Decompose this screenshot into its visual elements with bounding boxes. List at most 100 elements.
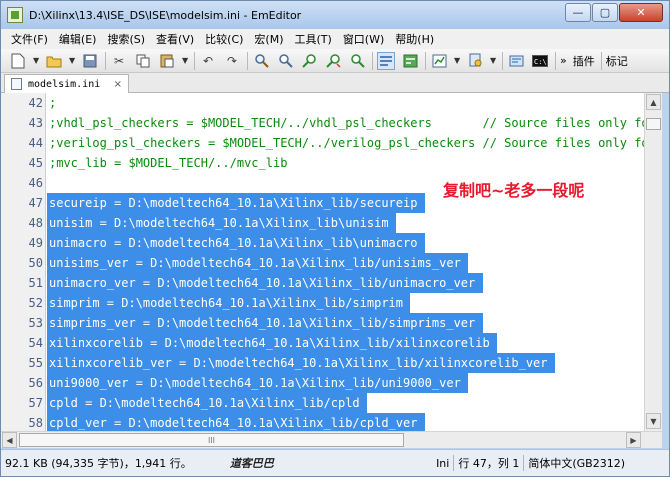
find-next-icon[interactable]: [276, 52, 294, 70]
menu-macro[interactable]: 宏(M): [254, 31, 283, 47]
command-prompt-icon[interactable]: C:\: [531, 52, 549, 70]
line-text[interactable]: xilinxcorelib_ver = D:\modeltech64_10.1a…: [49, 353, 548, 373]
line-text[interactable]: ;verilog_psl_checkers = $MODEL_TECH/../v…: [49, 133, 644, 153]
editor-line[interactable]: 52 simprim = D:\modeltech64_10.1a\Xilinx_…: [1, 293, 644, 313]
line-text[interactable]: simprim = D:\modeltech64_10.1a\Xilinx_li…: [49, 293, 403, 313]
editor-line[interactable]: 43 ;vhdl_psl_checkers = $MODEL_TECH/../vh…: [1, 113, 644, 133]
horizontal-scroll-thumb[interactable]: III: [19, 433, 404, 447]
window-title: D:\Xilinx\13.4\ISE_DS\ISE\modelsim.ini -…: [29, 8, 302, 22]
menu-help[interactable]: 帮助(H): [395, 31, 434, 47]
minimize-button[interactable]: —: [565, 3, 591, 22]
maximize-button[interactable]: ▢: [592, 3, 618, 22]
line-text[interactable]: unimacro_ver = D:\modeltech64_10.1a\Xili…: [49, 273, 475, 293]
document-tab-bar: modelsim.ini ×: [1, 73, 669, 93]
menu-file[interactable]: 文件(F): [11, 31, 48, 47]
find-previous-icon[interactable]: [300, 52, 318, 70]
line-number: 54: [28, 336, 43, 350]
chart-view-icon[interactable]: [430, 52, 448, 70]
configuration-icon[interactable]: [466, 52, 484, 70]
line-text[interactable]: ;vhdl_psl_checkers = $MODEL_TECH/../vhdl…: [49, 113, 644, 133]
line-text[interactable]: uni9000_ver = D:\modeltech64_10.1a\Xilin…: [49, 373, 461, 393]
line-text[interactable]: ;mvc_lib = $MODEL_TECH/../mvc_lib: [49, 153, 287, 173]
editor-line[interactable]: 56 uni9000_ver = D:\modeltech64_10.1a\Xil…: [1, 373, 644, 393]
copy-icon[interactable]: [134, 52, 152, 70]
status-bar: 92.1 KB (94,335 字节)，1,941 行。 道客巴巴 Ini 行 …: [1, 449, 669, 476]
paste-icon[interactable]: [158, 52, 176, 70]
menu-view[interactable]: 查看(V): [156, 31, 194, 47]
properties-icon[interactable]: [507, 52, 525, 70]
line-text[interactable]: unisim = D:\modeltech64_10.1a\Xilinx_lib…: [49, 213, 389, 233]
editor-line[interactable]: 49 unimacro = D:\modeltech64_10.1a\Xilinx…: [1, 233, 644, 253]
undo-icon[interactable]: ↶: [199, 52, 217, 70]
cut-icon[interactable]: ✂: [110, 52, 128, 70]
new-file-dropdown-icon[interactable]: ▼: [33, 56, 41, 65]
redo-icon[interactable]: ↷: [223, 52, 241, 70]
markers-toolbar-label[interactable]: 标记: [606, 53, 628, 69]
menu-compare[interactable]: 比较(C): [205, 31, 243, 47]
editor-line[interactable]: 42;: [1, 93, 644, 113]
line-text[interactable]: ;: [49, 93, 56, 113]
editor-line[interactable]: 57 cpld = D:\modeltech64_10.1a\Xilinx_lib…: [1, 393, 644, 413]
toolbar-separator: [372, 51, 373, 70]
find-in-files-icon[interactable]: [348, 52, 366, 70]
editor-line[interactable]: 54 xilinxcorelib = D:\modeltech64_10.1a\X…: [1, 333, 644, 353]
menu-search[interactable]: 搜索(S): [107, 31, 145, 47]
tab-modelsim-ini[interactable]: modelsim.ini ×: [4, 74, 129, 93]
line-number: 42: [28, 96, 43, 110]
chart-view-dropdown-icon[interactable]: ▼: [454, 56, 462, 65]
emeditor-window: D:\Xilinx\13.4\ISE_DS\ISE\modelsim.ini -…: [0, 0, 670, 477]
tab-close-icon[interactable]: ×: [114, 79, 122, 90]
plugins-toolbar-label[interactable]: 插件: [573, 53, 595, 69]
open-folder-icon[interactable]: [45, 52, 63, 70]
paste-dropdown-icon[interactable]: ▼: [182, 56, 190, 65]
annotation-text: 复制吧~老多一段呢: [443, 181, 585, 200]
line-text[interactable]: xilinxcorelib = D:\modeltech64_10.1a\Xil…: [49, 333, 490, 353]
configuration-dropdown-icon[interactable]: ▼: [490, 56, 498, 65]
line-text[interactable]: cpld_ver = D:\modeltech64_10.1a\Xilinx_l…: [49, 413, 417, 431]
line-text[interactable]: unimacro = D:\modeltech64_10.1a\Xilinx_l…: [49, 233, 417, 253]
find-icon[interactable]: [252, 52, 270, 70]
editor-line[interactable]: 45 ;mvc_lib = $MODEL_TECH/../mvc_lib: [1, 153, 644, 173]
file-type-status[interactable]: Ini: [432, 457, 453, 470]
editor-line[interactable]: 44 ;verilog_psl_checkers = $MODEL_TECH/..…: [1, 133, 644, 153]
vertical-scroll-thumb[interactable]: [646, 118, 661, 130]
title-bar[interactable]: D:\Xilinx\13.4\ISE_DS\ISE\modelsim.ini -…: [1, 1, 669, 29]
horizontal-scrollbar[interactable]: ◀ III ▶: [1, 431, 662, 448]
line-number: 46: [28, 176, 43, 190]
line-text[interactable]: unisims_ver = D:\modeltech64_10.1a\Xilin…: [49, 253, 461, 273]
open-dropdown-icon[interactable]: ▼: [69, 56, 77, 65]
toolbar-overflow-icon[interactable]: »: [560, 54, 567, 67]
editor-line[interactable]: 50 unisims_ver = D:\modeltech64_10.1a\Xil…: [1, 253, 644, 273]
line-text[interactable]: cpld = D:\modeltech64_10.1a\Xilinx_lib/c…: [49, 393, 360, 413]
editor-line[interactable]: 48 unisim = D:\modeltech64_10.1a\Xilinx_l…: [1, 213, 644, 233]
editor-line[interactable]: 55 xilinxcorelib_ver = D:\modeltech64_10.…: [1, 353, 644, 373]
text-editor[interactable]: 42; 43 ;vhdl_psl_checkers = $MODEL_TECH/..…: [1, 93, 644, 431]
menu-tools[interactable]: 工具(T): [295, 31, 332, 47]
replace-icon[interactable]: [324, 52, 342, 70]
new-file-icon[interactable]: [9, 52, 27, 70]
svg-text:C:\: C:\: [534, 58, 547, 66]
scroll-left-button[interactable]: ◀: [2, 432, 17, 448]
tab-label: modelsim.ini: [28, 78, 101, 90]
menu-edit[interactable]: 编辑(E): [59, 31, 97, 47]
scroll-up-button[interactable]: ▲: [646, 94, 661, 110]
editor-line[interactable]: 51 unimacro_ver = D:\modeltech64_10.1a\Xi…: [1, 273, 644, 293]
menu-window[interactable]: 窗口(W): [343, 31, 384, 47]
line-text[interactable]: secureip = D:\modeltech64_10.1a\Xilinx_l…: [49, 193, 417, 213]
line-text[interactable]: simprims_ver = D:\modeltech64_10.1a\Xili…: [49, 313, 475, 333]
scroll-right-button[interactable]: ▶: [626, 432, 641, 448]
word-wrap-window-icon[interactable]: [401, 52, 419, 70]
wrap-lines-icon[interactable]: [377, 51, 395, 70]
save-icon[interactable]: [81, 52, 99, 70]
editor-line[interactable]: 58 cpld_ver = D:\modeltech64_10.1a\Xilinx…: [1, 413, 644, 431]
encoding-status[interactable]: 简体中文(GB2312): [524, 455, 629, 471]
scroll-down-button[interactable]: ▼: [646, 413, 661, 429]
vertical-scrollbar[interactable]: ▲ ▼: [644, 93, 662, 431]
emeditor-app-icon[interactable]: [7, 7, 23, 23]
cursor-position-status[interactable]: 行 47，列 1: [454, 455, 523, 471]
editor-line[interactable]: 53 simprims_ver = D:\modeltech64_10.1a\Xi…: [1, 313, 644, 333]
toolbar-separator: [194, 51, 195, 70]
file-size-status: 92.1 KB (94,335 字节)，1,941 行。: [5, 457, 192, 470]
close-button[interactable]: ✕: [619, 3, 663, 22]
line-number: 52: [28, 296, 43, 310]
